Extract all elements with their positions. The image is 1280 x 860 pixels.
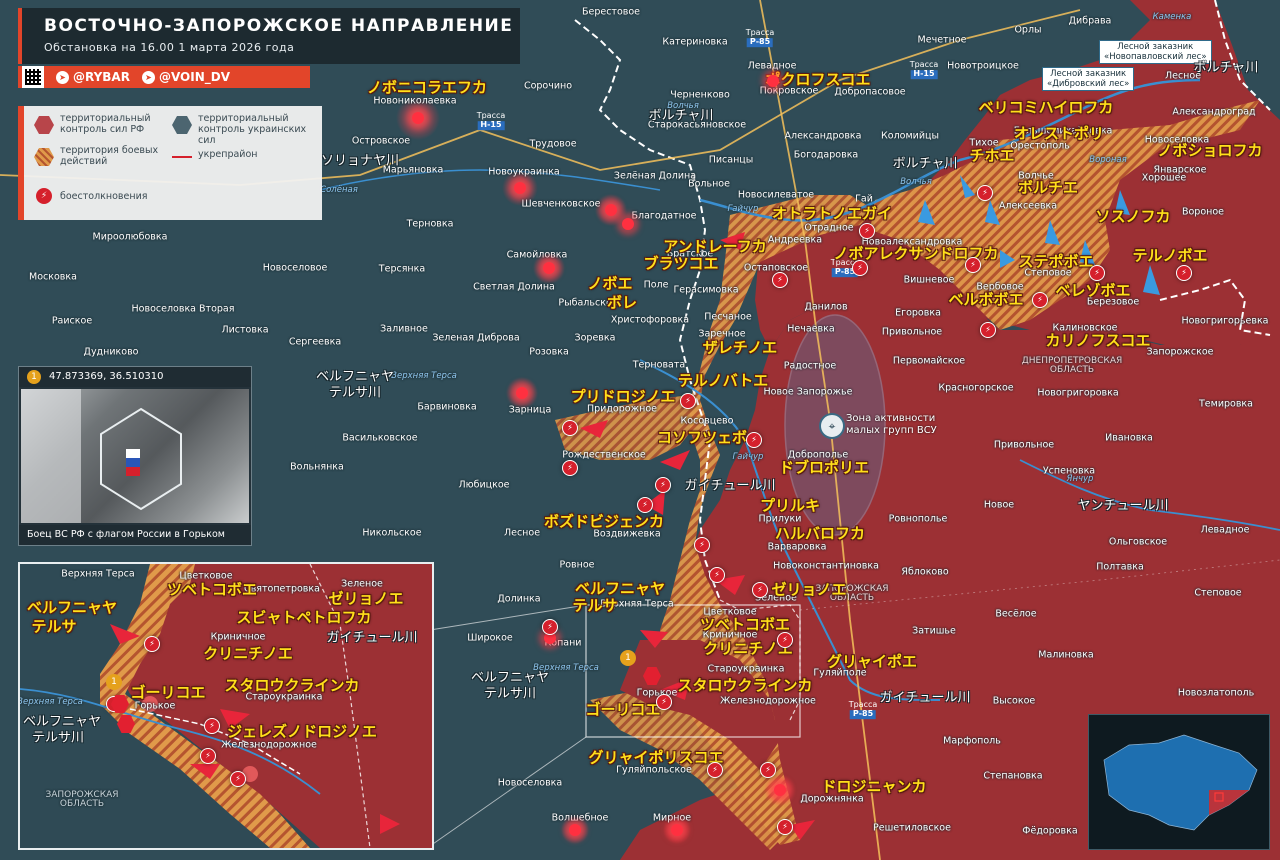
inset-river-verkhnyaya-tersa: Верхняя Терса <box>18 696 83 707</box>
inset-jp-gaychur-river: ガイチュール川 <box>326 630 418 646</box>
hotspot <box>671 824 683 836</box>
clash-icon <box>230 771 246 787</box>
fortified-line-icon <box>172 156 192 158</box>
mini-map <box>1088 714 1270 850</box>
inset-town-zelenoe: Зеленое <box>341 578 383 590</box>
telegram-icon: ➤ <box>141 70 155 84</box>
clash-icon <box>144 636 160 652</box>
legend-combat: территория боевых действий <box>60 145 159 167</box>
rybar-link[interactable]: ➤ @RYBAR <box>56 70 130 84</box>
legend-ru-control: территориальный контроль сил РФ <box>60 113 151 135</box>
clash-icon <box>707 762 723 778</box>
inset-map: Верхняя Терса Цветковое Святопетровка Зе… <box>18 562 434 850</box>
social-bar: ➤ @RYBAR ➤ @VOIN_DV <box>18 66 310 88</box>
voin-link[interactable]: ➤ @VOIN_DV <box>141 70 230 84</box>
clash-icon <box>760 762 776 778</box>
hotspot <box>605 204 617 216</box>
clash-icon <box>1089 265 1105 281</box>
clash-icon <box>1032 292 1048 308</box>
clash-icon <box>655 477 671 493</box>
hotspot <box>767 75 779 87</box>
inset-jp-zelenoe: ゼリョノエ <box>328 589 404 608</box>
clash-icon <box>637 497 653 513</box>
inset-jp-tsvetkovoe: ツベトコボエ <box>166 580 258 599</box>
inset-jp-tersa-river: テルサ川 <box>31 730 85 746</box>
clash-legend-icon: ⚡ <box>36 188 52 204</box>
inset-jp-tersa: テルサ <box>31 617 77 636</box>
hotspot <box>514 182 526 194</box>
photo-caption: Боец ВС РФ с флагом России в Горьком <box>19 525 251 545</box>
ukraine-minimap-icon <box>1103 734 1258 831</box>
hotspot <box>622 218 634 230</box>
clash-icon <box>694 537 710 553</box>
inset-town-gorkoe: Горькое <box>134 700 176 712</box>
ua-control-swatch-icon <box>172 116 192 134</box>
clash-icon <box>777 632 793 648</box>
inset-town-verkhnyaya-tersa: Верхняя Терса <box>61 568 135 580</box>
inset-town-krinichnoe: Криничное <box>210 631 266 643</box>
clash-icon <box>746 432 762 448</box>
clash-icon <box>204 718 220 734</box>
clash-icon <box>680 393 696 409</box>
page-title: ВОСТОЧНО-ЗАПОРОЖСКОЕ НАПРАВЛЕНИЕ <box>44 16 514 36</box>
inset-jp-staroukrainka: スタロウクラインカ <box>224 676 360 695</box>
clash-icon <box>965 257 981 273</box>
combat-swatch-icon <box>34 148 54 166</box>
inset-region-zaporozhye: ЗАПОРОЖСКАЯ ОБЛАСТЬ <box>45 790 119 809</box>
inset-photo-marker[interactable]: 1 <box>106 674 122 690</box>
photo-coords-bar: 1 47.873369, 36.510310 <box>19 367 251 387</box>
legend-fortified: укрепрайон <box>198 149 258 160</box>
clash-icon <box>980 322 996 338</box>
photo-marker-1[interactable]: 1 <box>620 650 636 666</box>
inset-jp-svyatopetrovka: スビャトペトロフカ <box>236 608 372 627</box>
clash-icon <box>772 272 788 288</box>
clash-icon <box>752 582 768 598</box>
inset-jp-gorkoe: ゴーリコエ <box>130 683 206 702</box>
flag-marker-icon <box>643 667 661 685</box>
inset-jp-krinichnoe: クリニチノエ <box>203 644 293 663</box>
hotspot <box>412 112 424 124</box>
clash-icon <box>859 223 875 239</box>
clash-icon <box>542 619 558 635</box>
page-subtitle: Обстановка на 16.00 1 марта 2026 года <box>44 41 295 54</box>
clash-icon <box>656 694 672 710</box>
inset-town-tsvetkovoe: Цветковое <box>179 570 233 582</box>
telegram-icon: ➤ <box>56 70 69 84</box>
clash-icon <box>709 567 725 583</box>
ru-control-swatch-icon <box>34 116 54 134</box>
legend-ua-control: территориальный контроль украинских сил <box>198 113 307 146</box>
clash-icon <box>852 260 868 276</box>
inset-jp-verkhnyaya-river: ベルフニャヤ <box>22 714 102 730</box>
clash-icon <box>562 460 578 476</box>
clash-icon <box>562 420 578 436</box>
inset-jp-zheleznodorozhnoe: ジェレズノドロジノエ <box>227 722 377 741</box>
inset-town-zheleznodorozhnoe: Железнодорожное <box>221 739 317 751</box>
clash-icon <box>200 748 216 764</box>
header-panel: ВОСТОЧНО-ЗАПОРОЖСКОЕ НАПРАВЛЕНИЕ Обстано… <box>18 8 520 64</box>
photo-image <box>21 389 249 523</box>
photo-number-badge: 1 <box>27 370 41 384</box>
clash-icon <box>1176 265 1192 281</box>
clash-icon <box>977 185 993 201</box>
hotspot <box>569 824 581 836</box>
photo-inset[interactable]: 1 47.873369, 36.510310 Боец ВС РФ с флаго… <box>18 366 252 546</box>
hotspot <box>516 387 528 399</box>
hotspot <box>774 784 786 796</box>
inset-jp-verkhnyaya: ベルフニャヤ <box>26 598 118 617</box>
hotspot <box>543 262 555 274</box>
legend-clashes: боестолкновения <box>60 191 148 202</box>
clash-icon <box>777 819 793 835</box>
legend: территориальный контроль сил РФ территор… <box>18 106 322 220</box>
qr-code-icon <box>22 66 44 88</box>
photo-coords: 47.873369, 36.510310 <box>49 371 164 382</box>
